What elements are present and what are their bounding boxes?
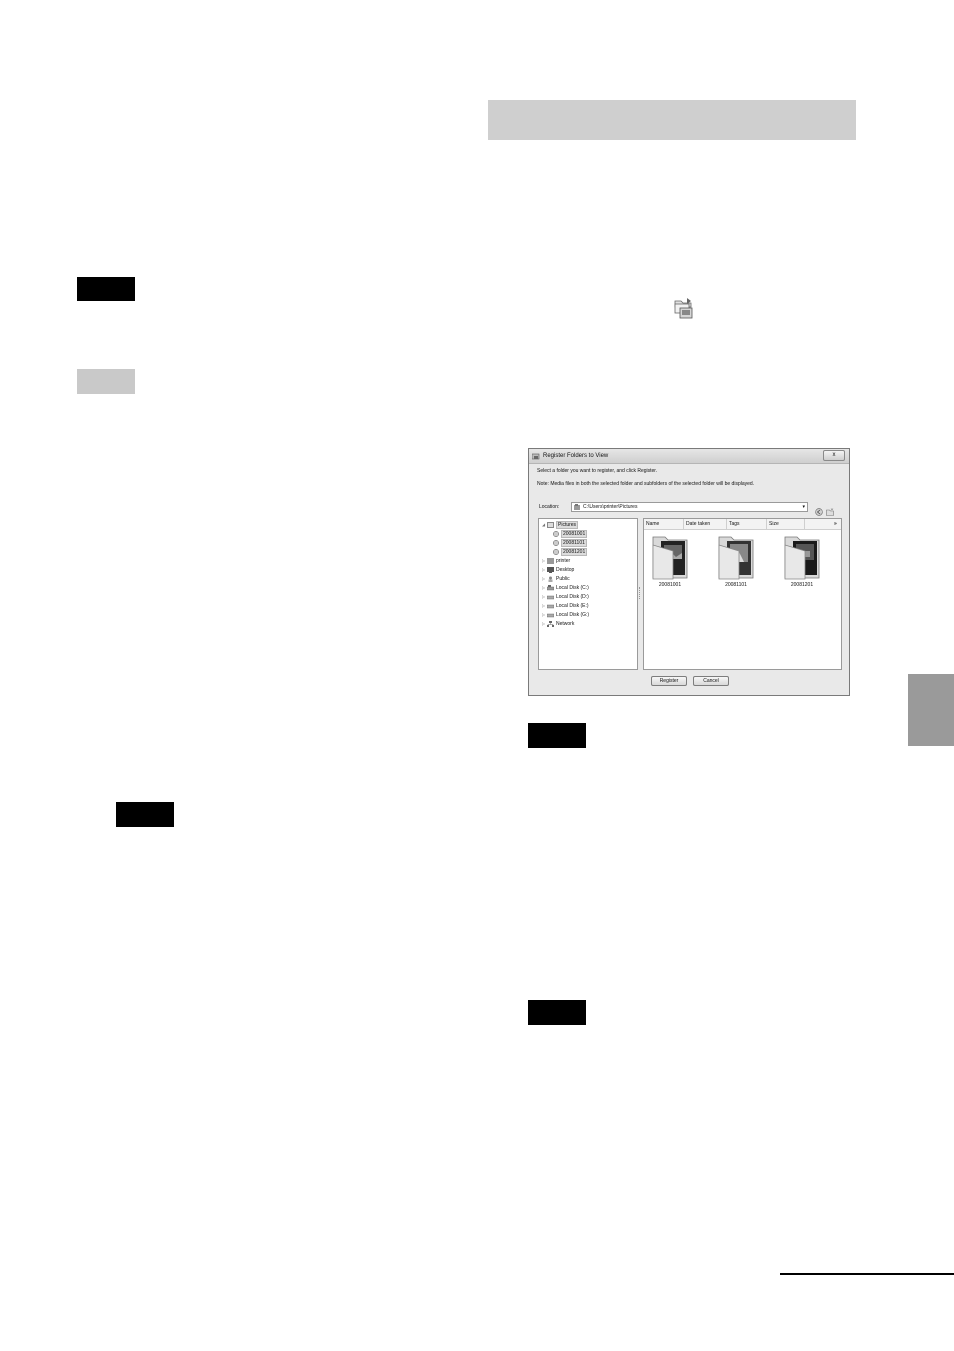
close-icon: x (832, 452, 836, 458)
folder-tree[interactable]: ◢ Pictures 20081001 20081101 20081201 ▷ … (538, 518, 638, 670)
more-columns-button[interactable]: » (832, 519, 842, 529)
disk-icon (546, 594, 555, 600)
section-header-band (488, 100, 856, 140)
note-tag-2 (116, 802, 174, 827)
dialog-titlebar: Register Folders to View x (529, 449, 849, 464)
close-button[interactable]: x (823, 450, 845, 461)
column-header-size[interactable]: Size (767, 519, 805, 529)
dialog-app-icon (531, 452, 540, 460)
public-icon (547, 576, 554, 582)
user-folder-icon (547, 558, 554, 564)
folder-contents[interactable]: Name Date taken Tags Size » 20081001 200… (643, 518, 842, 670)
note-tag-4 (528, 1000, 586, 1025)
photo-folder-icon (718, 536, 754, 580)
location-dropdown[interactable]: C:\Users\printer\Pictures ▾ (571, 502, 808, 512)
expand-icon[interactable]: ▷ (542, 611, 546, 619)
photo-folder-icon (784, 536, 820, 580)
register-folder-icon[interactable] (670, 295, 696, 321)
column-header-date-taken[interactable]: Date taken (684, 519, 727, 529)
dialog-instruction: Select a folder you want to register, an… (537, 468, 658, 474)
back-arrow-icon[interactable] (815, 503, 823, 516)
tip-tag (77, 369, 135, 394)
folder-disc-icon (553, 531, 560, 537)
folder-item[interactable]: 20081201 (779, 531, 825, 591)
disk-icon (546, 612, 555, 618)
pane-splitter[interactable] (639, 587, 642, 599)
expand-icon[interactable]: ▷ (542, 593, 546, 601)
register-folders-dialog: Register Folders to View x Select a fold… (528, 448, 850, 696)
location-label: Location: (539, 504, 560, 510)
column-header-name[interactable]: Name (644, 519, 684, 529)
column-header-tags[interactable]: Tags (727, 519, 767, 529)
location-value: C:\Users\printer\Pictures (583, 504, 638, 510)
column-headers: Name Date taken Tags Size » (644, 519, 841, 530)
footer-rule (780, 1273, 954, 1275)
new-folder-icon[interactable] (826, 503, 834, 516)
photo-folder-icon (652, 536, 688, 580)
disk-icon (546, 603, 555, 609)
folder-disc-icon (553, 540, 560, 546)
network-icon (547, 621, 554, 627)
folder-item[interactable]: 20081101 (713, 531, 759, 591)
folder-item[interactable]: 20081001 (647, 531, 693, 591)
folder-disc-icon (553, 549, 560, 555)
expand-icon[interactable]: ▷ (542, 557, 546, 565)
expand-icon[interactable]: ▷ (542, 584, 546, 592)
expand-icon[interactable]: ▷ (542, 566, 546, 574)
desktop-icon (547, 567, 554, 573)
note-tag-3 (528, 723, 586, 748)
pictures-icon (547, 522, 554, 528)
pictures-folder-icon (574, 504, 580, 510)
expand-icon[interactable]: ▷ (542, 602, 546, 610)
dialog-title: Register Folders to View (543, 453, 609, 459)
chevron-down-icon[interactable]: ▾ (802, 503, 805, 511)
collapse-icon[interactable]: ◢ (542, 521, 546, 529)
cancel-button[interactable]: Cancel (693, 676, 729, 686)
expand-icon[interactable]: ▷ (542, 620, 546, 628)
register-button[interactable]: Register (651, 676, 687, 686)
side-tab (908, 674, 954, 746)
expand-icon[interactable]: ▷ (542, 575, 546, 583)
system-disk-icon (546, 585, 555, 591)
dialog-note: Note: Media files in both the selected f… (537, 481, 755, 487)
note-tag-1 (77, 277, 135, 301)
